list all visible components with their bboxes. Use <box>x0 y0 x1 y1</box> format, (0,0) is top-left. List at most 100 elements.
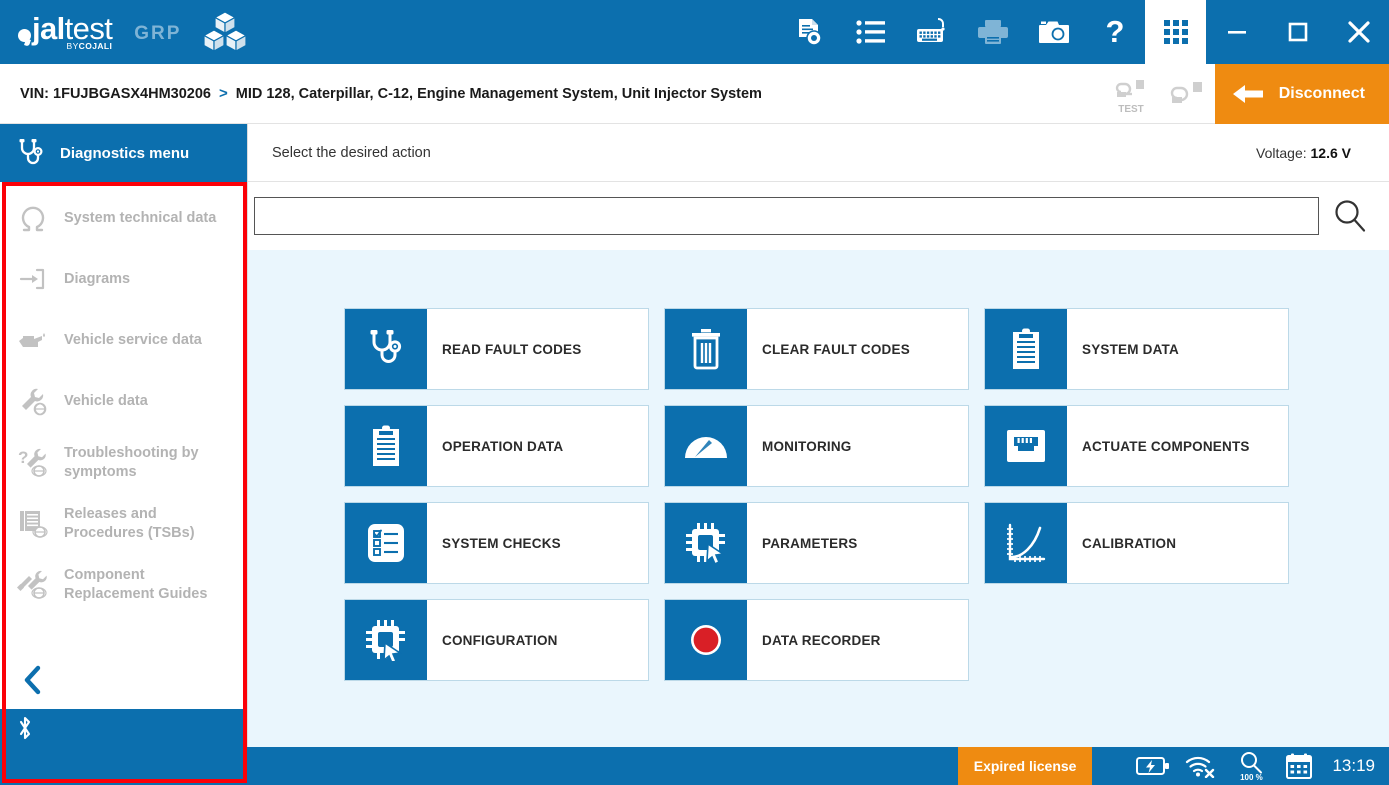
action-tiles-grid: READ FAULT CODES CLEAR FAULT CODES SYSTE… <box>344 308 1389 681</box>
stethoscope-icon <box>19 139 43 165</box>
tile-label: SYSTEM CHECKS <box>442 535 561 551</box>
sidebar-item-label: Component Replacement Guides <box>64 566 208 602</box>
tile-actuate-components[interactable]: ACTUATE COMPONENTS <box>984 405 1289 487</box>
tile-label: ACTUATE COMPONENTS <box>1082 438 1250 454</box>
titlebar-tool-icons: ? <box>779 0 1206 64</box>
help-icon[interactable]: ? <box>1084 0 1145 64</box>
arrow-left-icon <box>1232 84 1263 103</box>
action-tiles-area: READ FAULT CODES CLEAR FAULT CODES SYSTE… <box>248 250 1389 747</box>
calendar-icon[interactable] <box>1286 753 1313 779</box>
minimize-button[interactable] <box>1206 0 1267 64</box>
clipboard-icon <box>985 309 1067 389</box>
trash-icon <box>665 309 747 389</box>
tile-label: SYSTEM DATA <box>1082 341 1179 357</box>
sidebar-item-vehicle-service-data[interactable]: Vehicle service data <box>0 310 247 371</box>
window-controls <box>1206 0 1389 64</box>
apps-grid-icon[interactable] <box>1145 0 1206 64</box>
tile-label: CALIBRATION <box>1082 535 1177 551</box>
tile-data-recorder[interactable]: DATA RECORDER <box>664 599 969 681</box>
license-status-badge[interactable]: Expired license <box>957 747 1093 785</box>
tile-operation-data[interactable]: OPERATION DATA <box>344 405 649 487</box>
svg-text:TEST: TEST <box>1118 104 1144 115</box>
search-input[interactable] <box>254 197 1319 235</box>
connector-icon[interactable] <box>1159 64 1215 124</box>
sidebar-items: System technical data Diagrams Vehicle s… <box>0 182 247 651</box>
breadcrumb-vin[interactable]: VIN: 1FUJBGASX4HM30206 <box>20 86 211 102</box>
tile-label: CLEAR FAULT CODES <box>762 341 910 357</box>
clipboard-icon <box>345 406 427 486</box>
keyboard-icon[interactable] <box>901 0 962 64</box>
breadcrumb-system[interactable]: MID 128, Caterpillar, C-12, Engine Manag… <box>236 86 762 102</box>
connector-test-icon[interactable]: TEST <box>1103 64 1159 124</box>
jaltest-application-window: jaltest BYCOJALI GRP ? VIN: 1FUJBGASX4HM… <box>0 0 1389 785</box>
sidebar-item-label: Troubleshooting by symptoms <box>64 444 199 480</box>
action-bar: Select the desired action Voltage: 12.6 … <box>248 124 1389 182</box>
svg-text:?: ? <box>18 448 28 467</box>
document-preview-icon[interactable] <box>779 0 840 64</box>
body-region: Diagnostics menu System technical data D… <box>0 124 1389 747</box>
sidebar-item-label: Vehicle service data <box>64 332 202 348</box>
close-button[interactable] <box>1328 0 1389 64</box>
sidebar-back-button[interactable] <box>0 651 247 709</box>
wrench-globe-icon <box>16 387 50 417</box>
tile-monitoring[interactable]: MONITORING <box>664 405 969 487</box>
sidebar-item-vehicle-data[interactable]: Vehicle data <box>0 371 247 432</box>
battery-charging-icon[interactable] <box>1136 755 1170 777</box>
diagram-icon <box>16 266 50 294</box>
sidebar-item-label: Diagrams <box>64 271 131 287</box>
jaltest-logo: jaltest BYCOJALI <box>0 13 113 51</box>
tile-parameters[interactable]: PARAMETERS <box>664 502 969 584</box>
question-wrench-icon: ? <box>16 448 50 478</box>
sidebar-item-troubleshooting-by-symptoms[interactable]: ? Troubleshooting by symptoms <box>0 432 247 493</box>
zoom-level-label: 100 % <box>1240 773 1263 782</box>
tile-label: PARAMETERS <box>762 535 858 551</box>
title-bar: jaltest BYCOJALI GRP ? <box>0 0 1389 64</box>
tile-system-checks[interactable]: SYSTEM CHECKS <box>344 502 649 584</box>
chevron-left-icon <box>24 665 41 695</box>
tile-label: READ FAULT CODES <box>442 341 582 357</box>
sidebar-bluetooth-bar <box>0 709 247 747</box>
status-bar: Expired license 100 % 13:19 <box>0 747 1389 785</box>
sidebar-header-label: Diagnostics menu <box>60 144 190 162</box>
sidebar-item-label: Vehicle data <box>64 393 148 409</box>
wifi-off-icon[interactable] <box>1184 754 1216 778</box>
sidebar: Diagnostics menu System technical data D… <box>0 124 248 747</box>
zoom-icon[interactable]: 100 % <box>1230 751 1272 782</box>
breadcrumb-actions: TEST Disconnect <box>1103 63 1389 124</box>
sidebar-item-component-replacement-guides[interactable]: Component Replacement Guides <box>0 554 247 615</box>
printer-icon[interactable] <box>962 0 1023 64</box>
maximize-button[interactable] <box>1267 0 1328 64</box>
tile-system-data[interactable]: SYSTEM DATA <box>984 308 1289 390</box>
tile-clear-fault-codes[interactable]: CLEAR FAULT CODES <box>664 308 969 390</box>
sidebar-item-diagrams[interactable]: Diagrams <box>0 249 247 310</box>
main-content: Select the desired action Voltage: 12.6 … <box>248 124 1389 747</box>
breadcrumb-separator-icon: > <box>219 85 228 102</box>
sidebar-header-diagnostics-menu[interactable]: Diagnostics menu <box>0 124 247 182</box>
tile-calibration[interactable]: CALIBRATION <box>984 502 1289 584</box>
logo-byline: BYCOJALI <box>66 41 113 51</box>
calibration-graph-icon <box>985 503 1067 583</box>
omega-icon <box>16 205 50 233</box>
tile-label: OPERATION DATA <box>442 438 564 454</box>
checklist-icon <box>345 503 427 583</box>
list-icon[interactable] <box>840 0 901 64</box>
search-icon <box>1335 200 1366 232</box>
sidebar-item-system-technical-data[interactable]: System technical data <box>0 188 247 249</box>
chip-cursor-icon <box>345 600 427 680</box>
camera-icon[interactable] <box>1023 0 1084 64</box>
gauge-icon <box>665 406 747 486</box>
disconnect-label: Disconnect <box>1278 84 1365 102</box>
tile-read-fault-codes[interactable]: READ FAULT CODES <box>344 308 649 390</box>
sidebar-item-releases-and-procedures[interactable]: Releases and Procedures (TSBs) <box>0 493 247 554</box>
svg-text:?: ? <box>1105 16 1124 48</box>
bluetooth-icon <box>19 716 31 740</box>
disconnect-button[interactable]: Disconnect <box>1214 63 1389 124</box>
tile-configuration[interactable]: CONFIGURATION <box>344 599 649 681</box>
search-bar <box>248 182 1389 250</box>
breadcrumb-bar: VIN: 1FUJBGASX4HM30206 > MID 128, Caterp… <box>0 63 1389 124</box>
search-button[interactable] <box>1325 199 1375 233</box>
tile-label: CONFIGURATION <box>442 632 558 648</box>
voltage-readout: Voltage: 12.6 V <box>1256 145 1351 161</box>
tools-globe-icon <box>16 570 50 600</box>
stethoscope-icon <box>345 309 427 389</box>
